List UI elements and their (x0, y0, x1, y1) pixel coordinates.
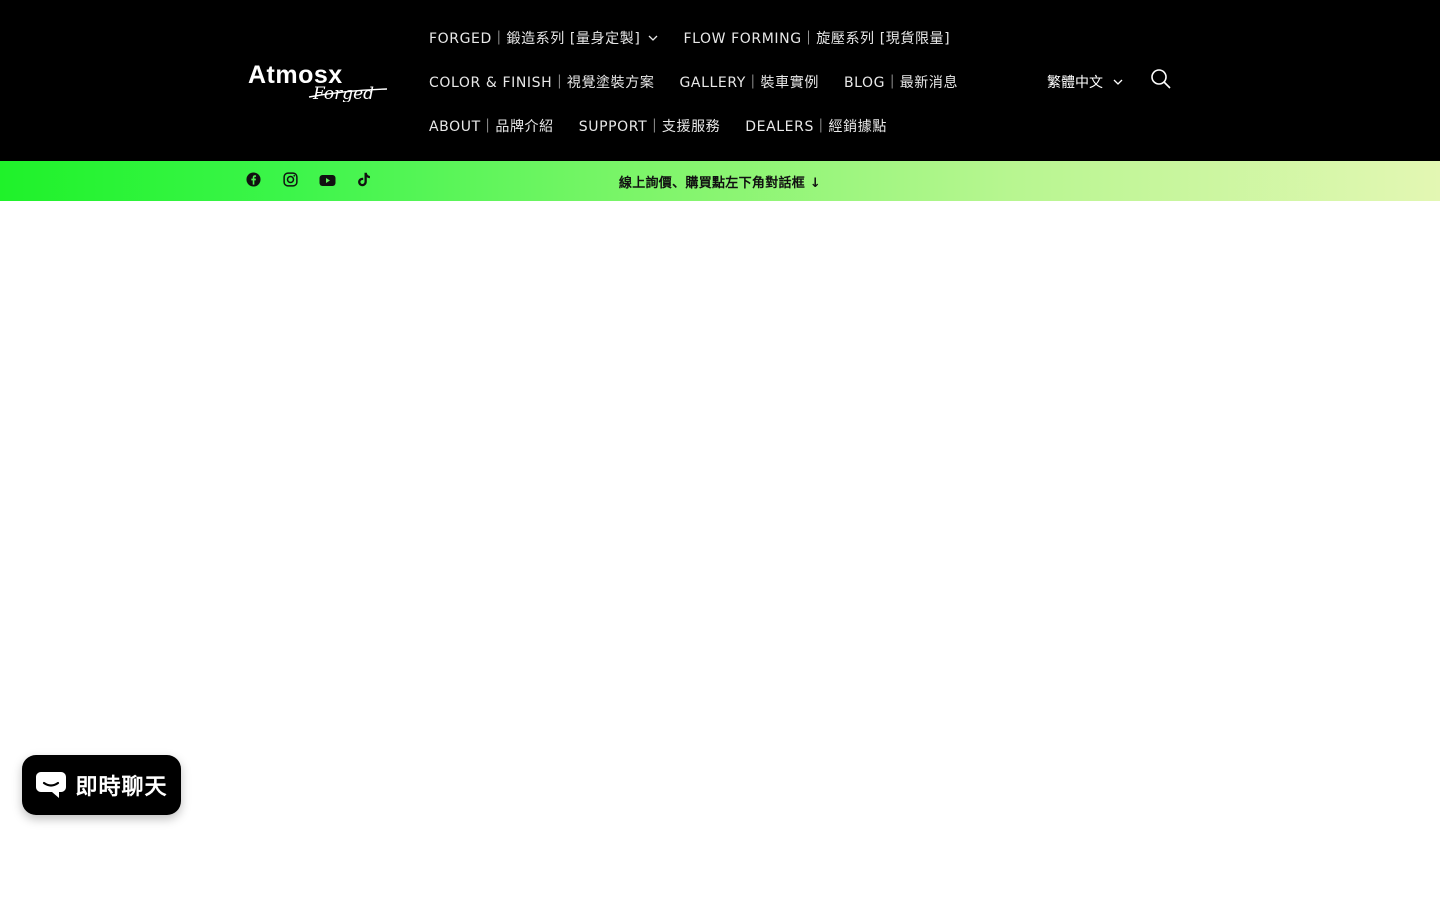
nav-item-label: BLOG｜最新消息 (843, 75, 959, 91)
svg-text:Forged: Forged (312, 84, 374, 102)
nav-item-support[interactable]: SUPPORT｜支援服務 (579, 104, 721, 148)
nav-item-flow-forming[interactable]: FLOW FORMING｜旋壓系列 [現貨限量] (683, 16, 950, 60)
language-label: 繁體中文 (1047, 75, 1103, 91)
nav-item-color-finish[interactable]: COLOR & FINISH｜視覺塗裝方案 (429, 60, 654, 104)
nav-item-gallery[interactable]: GALLERY｜裝車實例 (679, 60, 818, 104)
live-chat-label: 即時聊天 (75, 775, 168, 800)
nav-item-label: SUPPORT｜支援服務 (578, 119, 721, 135)
nav-item-blog[interactable]: BLOG｜最新消息 (844, 60, 958, 104)
announcement-text: 線上詢價、購買點左下角對話框 ↓ (618, 175, 822, 191)
language-selector[interactable]: 繁體中文 (1047, 68, 1123, 96)
chevron-down-icon (648, 35, 658, 41)
social-link-tiktok[interactable] (351, 168, 377, 194)
search-button[interactable] (1147, 67, 1175, 95)
nav-item-label: FLOW FORMING｜旋壓系列 [現貨限量] (683, 31, 951, 47)
nav-item-label: DEALERS｜經銷據點 (745, 119, 887, 135)
nav-item-label: FORGED｜鍛造系列 [量身定製] (429, 31, 641, 47)
social-links (240, 161, 388, 201)
site-header: Atmosx Forged FORGED｜鍛造系列 [量身定製] FLOW FO… (0, 0, 1440, 161)
live-chat-button[interactable]: 即時聊天 (22, 755, 181, 815)
brand-logo[interactable]: Atmosx Forged (247, 60, 389, 102)
social-link-facebook[interactable] (240, 168, 266, 194)
nav-item-label: COLOR & FINISH｜視覺塗裝方案 (429, 75, 655, 91)
chat-bubble-icon (35, 770, 67, 800)
chevron-down-icon (1113, 79, 1123, 85)
nav-row-1: FORGED｜鍛造系列 [量身定製] FLOW FORMING｜旋壓系列 [現貨… (429, 16, 975, 60)
nav-item-forged[interactable]: FORGED｜鍛造系列 [量身定製] (429, 16, 658, 60)
youtube-icon (319, 172, 336, 191)
nav-item-label: ABOUT｜品牌介紹 (429, 119, 554, 135)
nav-item-label: GALLERY｜裝車實例 (679, 75, 819, 91)
facebook-icon (245, 171, 261, 191)
nav-item-about[interactable]: ABOUT｜品牌介紹 (429, 104, 554, 148)
atmosx-logo-mark: Atmosx Forged (248, 61, 388, 102)
social-link-instagram[interactable] (277, 168, 303, 194)
instagram-icon (282, 171, 298, 191)
search-icon (1150, 68, 1172, 94)
nav-row-2: COLOR & FINISH｜視覺塗裝方案 GALLERY｜裝車實例 BLOG｜… (429, 60, 983, 104)
tiktok-icon (357, 172, 371, 191)
nav-item-dealers[interactable]: DEALERS｜經銷據點 (745, 104, 887, 148)
announcement-bar: 線上詢價、購買點左下角對話框 ↓ (0, 161, 1440, 201)
nav-row-3: ABOUT｜品牌介紹 SUPPORT｜支援服務 DEALERS｜經銷據點 (429, 104, 912, 148)
social-link-youtube[interactable] (314, 168, 340, 194)
